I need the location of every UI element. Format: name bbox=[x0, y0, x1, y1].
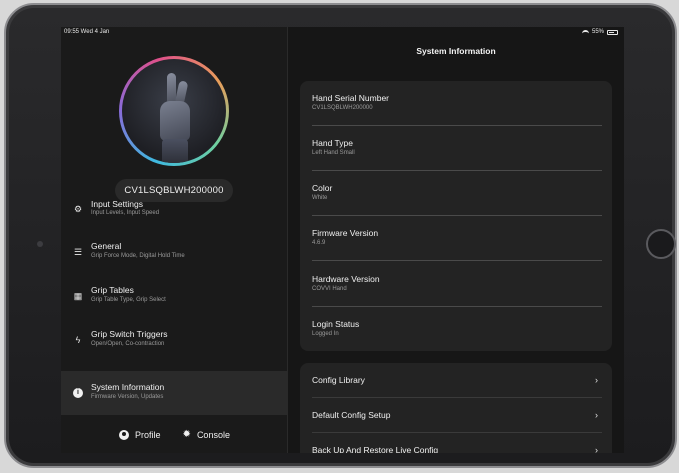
bolt-icon: ϟ bbox=[75, 335, 81, 345]
info-value: White bbox=[312, 195, 328, 201]
console-button[interactable]: ✹ Console bbox=[182, 429, 230, 441]
chevron-right-icon: › bbox=[595, 445, 598, 453]
main-panel: 55% System Information Hand Serial Numbe… bbox=[288, 27, 624, 453]
sidebar-item-subtitle: Grip Force Mode, Digital Hold Time bbox=[91, 253, 185, 259]
sidebar: 09:55 Wed 4 Jan CV1LSQBLWH200000 ⚙ Input… bbox=[61, 27, 288, 453]
sliders-icon: ⚙ bbox=[73, 204, 83, 214]
home-button[interactable] bbox=[646, 229, 676, 259]
sidebar-item-grip-switch-triggers[interactable]: ϟ Grip Switch Triggers Open/Open, Co-con… bbox=[61, 319, 288, 363]
info-label: Hardware Version bbox=[312, 274, 380, 284]
config-links-card: Config Library › Default Config Setup › … bbox=[300, 363, 612, 453]
info-label: Hand Type bbox=[312, 138, 353, 148]
info-value: COVVI Hand bbox=[312, 286, 347, 292]
camera bbox=[37, 241, 43, 247]
console-label: Console bbox=[196, 430, 230, 440]
info-row-serial: Hand Serial Number CV1LSQBLWH200000 bbox=[312, 81, 602, 126]
screen: 09:55 Wed 4 Jan CV1LSQBLWH200000 ⚙ Input… bbox=[61, 27, 624, 453]
battery-percent: 55% bbox=[591, 29, 604, 35]
link-label: Config Library bbox=[312, 375, 365, 385]
tune-icon: ☰ bbox=[73, 247, 83, 257]
wifi-icon bbox=[581, 29, 589, 35]
sidebar-item-subtitle: Grip Table Type, Grip Select bbox=[91, 297, 166, 303]
info-row-hardware: Hardware Version COVVI Hand bbox=[312, 262, 602, 307]
link-label: Default Config Setup bbox=[312, 410, 391, 420]
hand-palm bbox=[160, 101, 190, 141]
info-label: Hand Serial Number bbox=[312, 93, 390, 103]
sidebar-item-title: Grip Tables bbox=[91, 285, 134, 295]
info-value: 4.6.9 bbox=[312, 240, 326, 246]
profile-label: Profile bbox=[135, 430, 161, 440]
backup-restore-link[interactable]: Back Up And Restore Live Config › bbox=[312, 433, 602, 453]
sidebar-footer: Profile ✹ Console bbox=[61, 421, 288, 449]
info-label: Firmware Version bbox=[312, 228, 379, 238]
profile-icon bbox=[119, 430, 130, 440]
info-icon: i bbox=[73, 388, 83, 398]
hand-avatar bbox=[119, 56, 229, 166]
sidebar-item-subtitle: Firmware Version, Updates bbox=[91, 394, 164, 400]
gear-icon: ✹ bbox=[182, 429, 191, 440]
hand-wrist bbox=[162, 139, 188, 163]
page-title: System Information bbox=[416, 46, 496, 56]
info-value: Logged In bbox=[312, 331, 339, 337]
info-row-login: Login Status Logged In bbox=[312, 307, 602, 352]
link-label: Back Up And Restore Live Config bbox=[312, 445, 439, 453]
profile-button[interactable]: Profile bbox=[119, 430, 161, 440]
info-value: Left Hand Small bbox=[312, 150, 355, 156]
system-info-card: Hand Serial Number CV1LSQBLWH200000 Hand… bbox=[300, 81, 612, 351]
chevron-right-icon: › bbox=[595, 375, 598, 385]
status-time: 09:55 Wed 4 Jan bbox=[64, 29, 110, 35]
sidebar-item-subtitle: Open/Open, Co-contraction bbox=[91, 341, 165, 347]
sidebar-item-input-settings[interactable]: ⚙ Input Settings Input Levels, Input Spe… bbox=[61, 199, 288, 225]
status-bar-right: 55% bbox=[288, 27, 624, 39]
grid-icon: ▦ bbox=[73, 291, 83, 301]
info-row-color: Color White bbox=[312, 171, 602, 216]
sidebar-item-title: General bbox=[91, 241, 122, 251]
config-library-link[interactable]: Config Library › bbox=[312, 363, 602, 398]
sidebar-item-title: System Information bbox=[91, 382, 165, 392]
info-label: Color bbox=[312, 183, 333, 193]
info-label: Login Status bbox=[312, 319, 360, 329]
sidebar-item-title: Grip Switch Triggers bbox=[91, 329, 168, 339]
chevron-right-icon: › bbox=[595, 410, 598, 420]
sidebar-item-system-information[interactable]: i System Information Firmware Version, U… bbox=[61, 371, 288, 415]
sidebar-item-grip-tables[interactable]: ▦ Grip Tables Grip Table Type, Grip Sele… bbox=[61, 275, 288, 319]
sidebar-item-general[interactable]: ☰ General Grip Force Mode, Digital Hold … bbox=[61, 231, 288, 275]
info-row-hand-type: Hand Type Left Hand Small bbox=[312, 126, 602, 171]
battery-icon bbox=[607, 29, 618, 35]
info-row-firmware: Firmware Version 4.6.9 bbox=[312, 216, 602, 261]
sidebar-item-title: Input Settings bbox=[91, 199, 143, 209]
sidebar-item-subtitle: Input Levels, Input Speed bbox=[91, 210, 160, 216]
info-value: CV1LSQBLWH200000 bbox=[312, 105, 373, 111]
default-config-setup-link[interactable]: Default Config Setup › bbox=[312, 398, 602, 433]
